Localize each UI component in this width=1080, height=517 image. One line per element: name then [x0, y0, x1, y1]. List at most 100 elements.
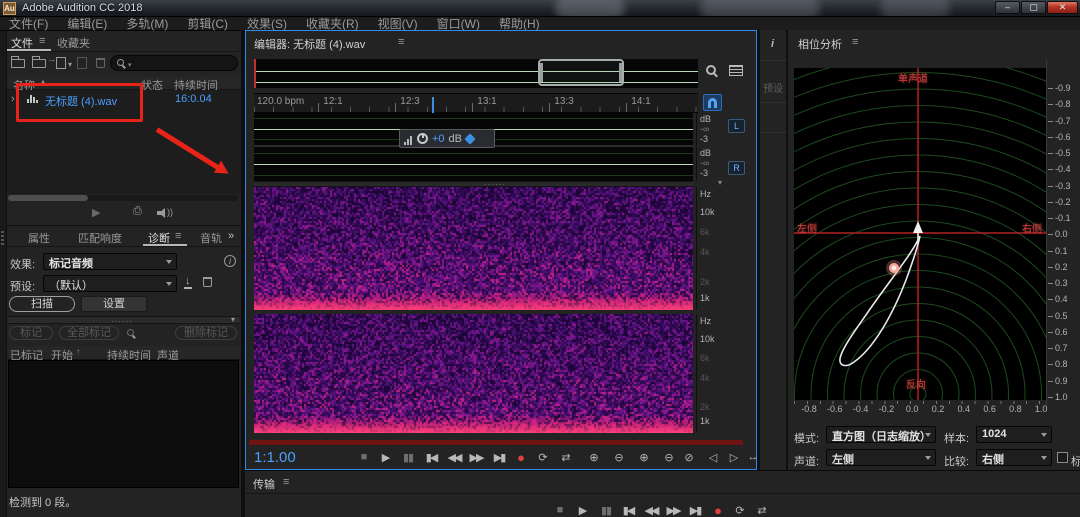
zoom-selection-out-button[interactable]: ▷: [724, 451, 744, 464]
clear-marks-button[interactable]: 删除标记: [175, 326, 237, 340]
freq-scale-left[interactable]: Hz 10k 6k 4k 2k 1k: [696, 187, 757, 310]
overview-strip[interactable]: [254, 59, 698, 88]
loop-playback-button[interactable]: ⟳: [533, 451, 553, 464]
collapse-caret-icon[interactable]: ▾: [718, 178, 722, 187]
pause-button[interactable]: ▮▮: [398, 451, 418, 464]
mark-button[interactable]: 标记: [9, 326, 53, 340]
dock-grip[interactable]: [1, 231, 4, 245]
zoom-out-time-button[interactable]: ⊖: [609, 451, 629, 464]
skip-selection-button[interactable]: ⇄: [556, 451, 576, 464]
skip-forward-button[interactable]: ▶▮: [489, 451, 509, 464]
db-scale-left[interactable]: dB -∞ -3: [696, 113, 757, 146]
menu-multitrack[interactable]: 多轨(M): [126, 15, 168, 32]
effect-dropdown[interactable]: 标记音频: [43, 253, 177, 270]
loop-audition-speaker-icon[interactable]: )): [157, 208, 171, 218]
tab-match-loudness[interactable]: 匹配响度: [78, 230, 122, 246]
zoom-selection-in-button[interactable]: ◁: [703, 451, 723, 464]
db-scale-right[interactable]: dB -∞ -3: [696, 147, 757, 181]
marker-search-icon[interactable]: [127, 329, 134, 336]
overview-selection-handle[interactable]: [538, 59, 624, 86]
zoom-navigator-icon[interactable]: [706, 65, 716, 75]
divider-grip[interactable]: ······: [111, 317, 133, 326]
info-icon[interactable]: i: [224, 255, 236, 267]
transport-panel-title[interactable]: 传输: [253, 476, 275, 492]
snap-magnet-icon[interactable]: [703, 94, 722, 111]
save-preset-icon[interactable]: ↓: [184, 275, 192, 289]
editor-title[interactable]: 编辑器: 无标题 (4).wav: [254, 36, 365, 52]
pin-icon[interactable]: [464, 133, 475, 144]
collapsed-tab-label[interactable]: 预设: [763, 80, 783, 95]
zoom-selection-full-button[interactable]: ↔: [743, 451, 757, 463]
compare-dropdown[interactable]: 右侧: [976, 449, 1052, 466]
new-file-caret-icon[interactable]: ▾: [68, 60, 72, 69]
bpm-display[interactable]: 120.0 bpm: [257, 96, 304, 107]
settings-button[interactable]: 设置: [81, 296, 147, 312]
waveform-right-channel[interactable]: [254, 147, 693, 181]
record-button[interactable]: ●: [708, 503, 728, 517]
fast-forward-button[interactable]: ▶▶: [663, 504, 683, 517]
spectrogram-right[interactable]: [254, 314, 693, 433]
new-file-icon[interactable]: [56, 57, 66, 69]
mark-all-button[interactable]: 全部标记: [59, 326, 119, 340]
volume-hud[interactable]: +0 dB: [399, 129, 495, 148]
scan-button[interactable]: 扫描: [9, 296, 75, 312]
minimize-button[interactable]: –: [995, 1, 1020, 14]
collapsed-info-icon[interactable]: i: [771, 38, 774, 50]
collapse-caret-icon[interactable]: ▾: [231, 315, 235, 324]
maximize-button[interactable]: ▢: [1021, 1, 1046, 14]
section-divider[interactable]: ······ ▾: [7, 316, 241, 324]
files-search-input[interactable]: ▾: [110, 55, 238, 71]
stop-button[interactable]: ■: [550, 504, 570, 516]
playhead[interactable]: [432, 97, 434, 114]
diagnostics-panel-menu-icon[interactable]: ≡: [175, 230, 181, 242]
import-file-icon[interactable]: [32, 59, 46, 68]
row-expand-icon[interactable]: ›: [11, 93, 15, 105]
editor-panel-menu-icon[interactable]: ≡: [398, 36, 404, 48]
channel-dropdown[interactable]: 左侧: [826, 449, 936, 466]
zoom-reset-button[interactable]: ⊘: [679, 451, 699, 464]
right-channel-button[interactable]: R: [728, 161, 745, 175]
media-browser-icon[interactable]: [77, 57, 87, 69]
sample-dropdown[interactable]: 1024: [976, 426, 1052, 443]
preset-dropdown[interactable]: （默认）: [43, 275, 177, 292]
files-panel-menu-icon[interactable]: ≡: [39, 35, 45, 47]
menu-file[interactable]: 文件(F): [9, 15, 48, 32]
zoom-in-amplitude-button[interactable]: ⊕: [634, 451, 654, 464]
open-file-icon[interactable]: [11, 59, 25, 68]
pause-button[interactable]: ▮▮: [596, 504, 616, 517]
phase-panel-title[interactable]: 相位分析: [798, 36, 842, 52]
tab-properties[interactable]: 属性: [28, 230, 50, 246]
delete-preset-icon[interactable]: [203, 277, 212, 287]
trash-icon[interactable]: [96, 58, 105, 68]
fast-forward-button[interactable]: ▶▶: [466, 451, 486, 464]
time-display[interactable]: 1:1.00: [254, 449, 296, 466]
markers-list[interactable]: [8, 360, 239, 488]
zoom-in-time-button[interactable]: ⊕: [584, 451, 604, 464]
display-options-icon[interactable]: [729, 65, 743, 76]
phase-display[interactable]: 单声道 左侧 右侧 反向: [794, 68, 1046, 400]
record-button[interactable]: ●: [511, 450, 531, 465]
timeline-ruler[interactable]: 120.0 bpm 12:1 12:3 13:1 13:3 14:1: [254, 93, 698, 113]
spectrogram-left[interactable]: [254, 187, 693, 310]
phase-panel-menu-icon[interactable]: ≡: [852, 36, 858, 48]
mode-dropdown[interactable]: 直方图（日志缩放）: [826, 426, 936, 443]
normalize-checkbox[interactable]: [1057, 452, 1068, 463]
rewind-button[interactable]: ◀◀: [641, 504, 661, 517]
rewind-button[interactable]: ◀◀: [444, 451, 464, 464]
tab-clipped[interactable]: 音轨: [200, 230, 222, 246]
skip-back-button[interactable]: ▮◀: [618, 504, 638, 517]
menu-edit[interactable]: 编辑(E): [67, 15, 107, 32]
files-hscroll-thumb[interactable]: [8, 195, 88, 201]
zoom-out-amplitude-button[interactable]: ⊖: [659, 451, 679, 464]
stop-button[interactable]: ■: [354, 451, 374, 463]
skip-selection-button[interactable]: ⇄: [752, 504, 772, 517]
tab-favorites[interactable]: 收藏夹: [57, 35, 90, 51]
left-channel-button[interactable]: L: [728, 119, 745, 133]
close-button[interactable]: ✕: [1047, 1, 1078, 14]
more-tabs-icon[interactable]: »: [228, 230, 234, 242]
play-button[interactable]: ▶: [573, 504, 593, 517]
transport-panel-menu-icon[interactable]: ≡: [283, 476, 289, 488]
menu-clip[interactable]: 剪辑(C): [187, 15, 228, 32]
freq-scale-right[interactable]: Hz 10k 6k 4k 2k 1k: [696, 314, 757, 433]
loop-playback-button[interactable]: ⟳: [730, 504, 750, 517]
